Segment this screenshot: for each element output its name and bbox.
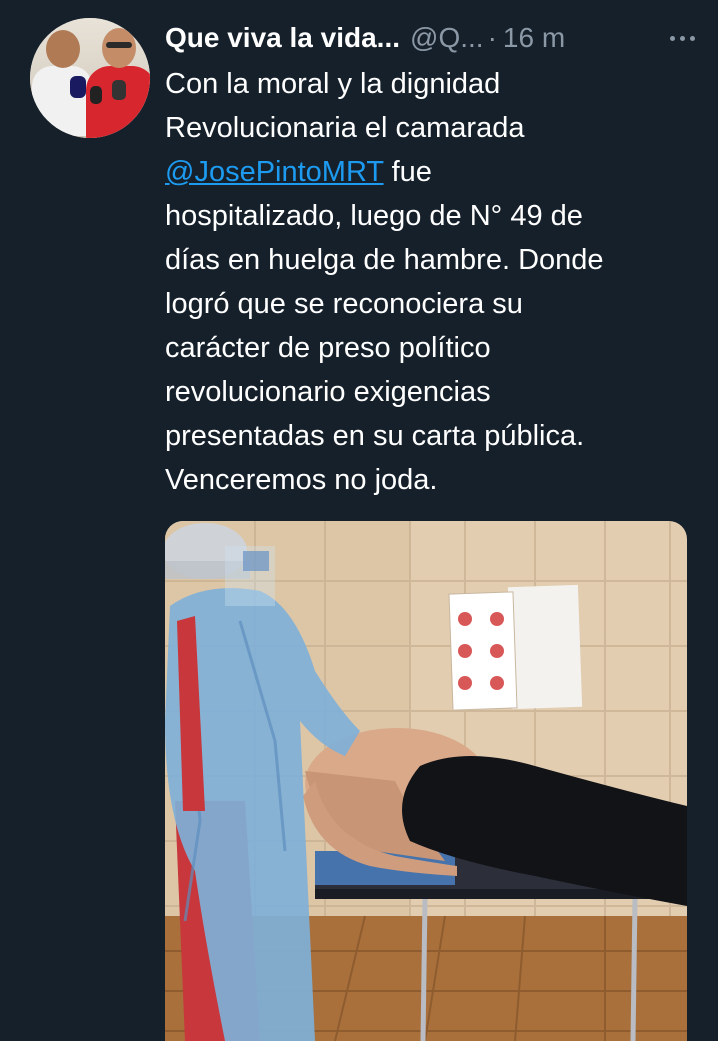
tweet-photo[interactable] <box>165 521 687 1041</box>
tweet-text-line: @JosePintoMRT fue <box>165 150 705 194</box>
tweet-text-line: Revolucionaria el camarada <box>165 112 525 144</box>
tweet-text-line: Venceremos no joda. <box>165 464 438 496</box>
tweet-text-line: hospitalizado, luego de N° 49 de <box>165 200 583 232</box>
author-handle[interactable]: @Q... <box>410 22 484 54</box>
tweet-text: Con la moral y la dignidad Revolucionari… <box>165 62 705 502</box>
tweet[interactable]: Que viva la vida... @Q... · 16 m Con la … <box>0 0 718 1041</box>
tweet-text-line: presentadas en su carta pública. <box>165 420 585 452</box>
tweet-text-fragment: fue <box>383 156 432 188</box>
tweet-text-line: logró que se reconociera su <box>165 288 523 320</box>
separator-dot: · <box>487 22 497 53</box>
tweet-text-line: carácter de preso político <box>165 332 491 364</box>
more-horizontal-icon[interactable] <box>670 18 695 58</box>
tweet-text-line: revolucionario exigencias <box>165 376 491 408</box>
mention-link[interactable]: @JosePintoMRT <box>165 156 384 188</box>
avatar[interactable] <box>30 18 150 138</box>
tweet-header: Que viva la vida... @Q... · 16 m <box>165 18 695 58</box>
timestamp[interactable]: 16 m <box>503 22 565 54</box>
author-name[interactable]: Que viva la vida... <box>165 22 400 54</box>
tweet-text-line: días en huelga de hambre. Donde <box>165 244 604 276</box>
tweet-text-line: Con la moral y la dignidad <box>165 68 501 100</box>
